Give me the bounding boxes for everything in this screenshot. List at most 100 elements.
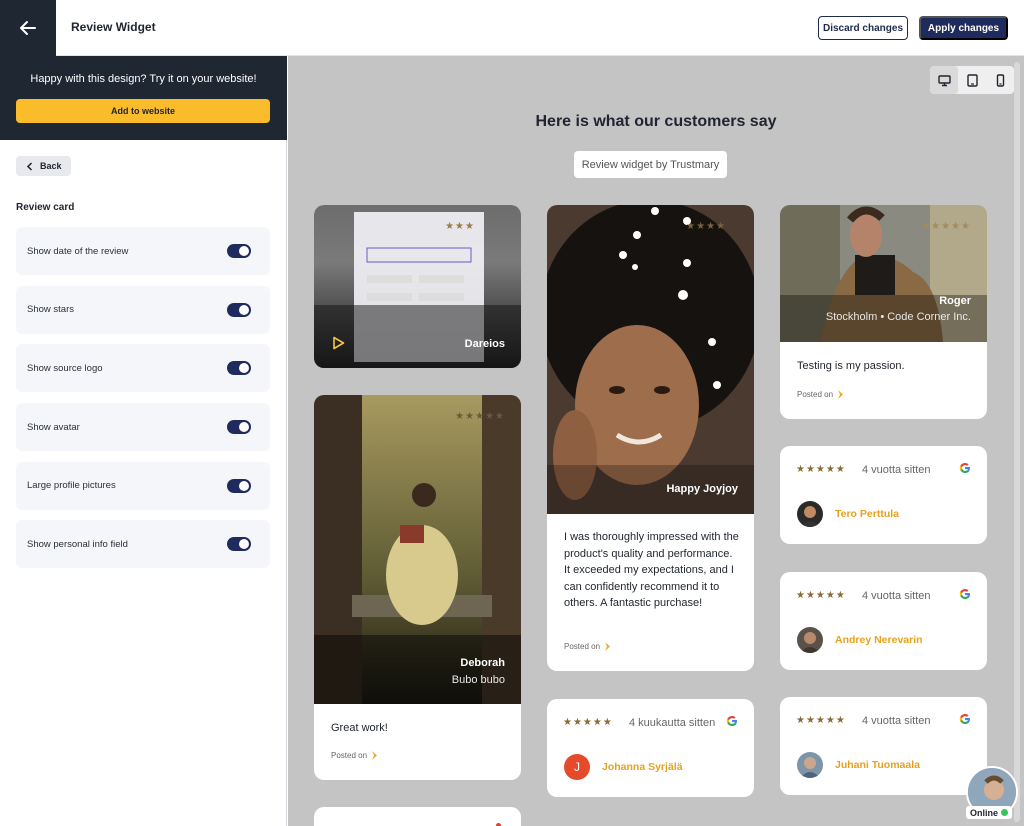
add-to-website-button[interactable]: Add to website	[16, 99, 270, 123]
google-logo-icon	[959, 714, 970, 724]
reviewer-photo	[547, 205, 754, 514]
play-icon[interactable]	[332, 336, 345, 350]
review-text: Testing is my passion.	[797, 360, 905, 372]
avatar: J	[564, 754, 590, 780]
toggle-switch[interactable]	[227, 302, 251, 317]
desktop-icon	[937, 74, 951, 86]
option-label: Large profile pictures	[27, 480, 116, 492]
chevron-left-icon	[26, 161, 33, 171]
trustmary-logo-icon	[605, 642, 611, 651]
tablet-icon	[966, 73, 978, 87]
option-list: Show date of the review Show stars Show …	[16, 227, 270, 579]
review-card-deborah[interactable]: ★★★★★ Deborah Bubo bubo Great work! Post…	[314, 395, 521, 780]
star-rating: ★★★	[445, 221, 475, 232]
google-logo-icon	[959, 463, 970, 473]
option-label: Show avatar	[27, 421, 80, 433]
toggle-switch[interactable]	[227, 537, 251, 552]
online-status-badge: Online	[966, 806, 1013, 819]
section-title: Review card	[16, 202, 75, 213]
discard-changes-button[interactable]: Discard changes	[818, 16, 908, 40]
option-show-personal-info[interactable]: Show personal info field	[16, 520, 270, 569]
avatar	[797, 501, 823, 527]
review-card-tero[interactable]: ★★★★★ 4 vuotta sitten Tero Perttula	[780, 446, 987, 544]
mobile-icon	[996, 73, 1004, 87]
reviewer-name: Johanna Syrjälä	[602, 761, 683, 773]
review-card-johanna[interactable]: ★★★★★ 4 kuukautta sitten J Johanna Syrjä…	[547, 699, 754, 797]
promo-text: Happy with this design? Try it on your w…	[30, 73, 257, 85]
online-dot-icon	[1001, 809, 1009, 816]
google-logo-icon	[959, 589, 970, 599]
reviewer-name: Andrey Nerevarin	[835, 634, 923, 646]
option-show-avatar[interactable]: Show avatar	[16, 403, 270, 452]
avatar	[797, 752, 823, 778]
review-date: 4 kuukautta sitten	[629, 717, 716, 729]
page-title: Review Widget	[71, 20, 156, 34]
star-rating: ★★★★★	[455, 411, 505, 422]
review-date: 4 vuotta sitten	[862, 464, 931, 476]
mobile-view-button[interactable]	[986, 66, 1014, 94]
trustmary-badge[interactable]: Review widget by Trustmary	[574, 151, 727, 178]
option-label: Show stars	[27, 304, 74, 316]
back-arrow-button[interactable]	[0, 0, 56, 56]
preview-scrollbar[interactable]	[1014, 62, 1020, 822]
toggle-switch[interactable]	[227, 478, 251, 493]
star-rating: ★★★★★	[796, 590, 846, 601]
posted-label: Posted on	[564, 642, 601, 651]
widget-heading: Here is what our customers say	[535, 113, 777, 130]
online-label: Online	[970, 807, 999, 818]
review-text: Great work!	[331, 722, 388, 734]
review-text: I was thoroughly impressed with the prod…	[564, 531, 739, 609]
top-bar: Review Widget Discard changes Apply chan…	[0, 0, 1024, 56]
review-date: 4 vuotta sitten	[862, 590, 931, 602]
settings-sidebar: Happy with this design? Try it on your w…	[0, 56, 287, 826]
avatar-initial: J	[574, 760, 580, 774]
posted-on: Posted on	[564, 642, 611, 651]
review-card-andrey[interactable]: ★★★★★ 4 vuotta sitten Andrey Nerevarin	[780, 572, 987, 670]
reviewer-name: Dareios	[464, 338, 505, 350]
toggle-switch[interactable]	[227, 361, 251, 376]
promo-banner: Happy with this design? Try it on your w…	[0, 56, 287, 140]
apply-changes-button[interactable]: Apply changes	[919, 16, 1008, 40]
google-logo-icon	[726, 716, 737, 726]
arrow-left-icon	[20, 21, 36, 35]
reviewer-name: Juhani Tuomaala	[835, 759, 920, 771]
review-card-partial[interactable]	[314, 807, 521, 826]
back-button[interactable]: Back	[16, 156, 71, 176]
reviewer-name: Deborah	[460, 657, 505, 669]
option-label: Show date of the review	[27, 245, 129, 257]
reviewer-name: Tero Perttula	[835, 508, 899, 520]
avatar	[797, 627, 823, 653]
trustmary-logo-icon	[838, 390, 844, 399]
option-show-date[interactable]: Show date of the review	[16, 227, 270, 275]
star-rating: ★★★★★	[563, 717, 613, 728]
review-card-juhani[interactable]: ★★★★★ 4 vuotta sitten Juhani Tuomaala	[780, 697, 987, 795]
review-card-dareios[interactable]: ★★★ Dareios	[314, 205, 521, 368]
reviewer-subtitle: Stockholm • Code Corner Inc.	[825, 311, 971, 323]
option-show-source-logo[interactable]: Show source logo	[16, 344, 270, 393]
back-label: Back	[40, 161, 62, 171]
option-large-profile-pictures[interactable]: Large profile pictures	[16, 461, 270, 510]
option-show-stars[interactable]: Show stars	[16, 285, 270, 334]
posted-on: Posted on	[797, 390, 844, 399]
posted-label: Posted on	[797, 390, 834, 399]
posted-on: Posted on	[331, 751, 378, 760]
toggle-switch[interactable]	[227, 244, 251, 258]
option-label: Show personal info field	[27, 538, 128, 550]
reviewer-name: Roger	[939, 295, 971, 307]
star-rating: ★★★★	[686, 221, 726, 232]
star-rating: ★★★★★	[796, 464, 846, 475]
desktop-view-button[interactable]	[930, 66, 958, 94]
star-rating: ★★★★★	[796, 715, 846, 726]
tablet-view-button[interactable]	[958, 66, 986, 94]
review-card-joyjoy[interactable]: ★★★★ Happy Joyjoy I was thoroughly impre…	[547, 205, 754, 671]
device-switcher	[930, 66, 1014, 94]
option-label: Show source logo	[27, 362, 103, 374]
star-rating: ★★★★★	[921, 221, 971, 232]
review-date: 4 vuotta sitten	[862, 715, 931, 727]
reviewer-name: Happy Joyjoy	[666, 483, 738, 495]
trustmary-logo-icon	[372, 751, 378, 760]
reviewer-subtitle: Bubo bubo	[451, 674, 505, 686]
review-card-roger[interactable]: ★★★★★ Roger Stockholm • Code Corner Inc.…	[780, 205, 987, 419]
toggle-switch[interactable]	[227, 420, 251, 435]
posted-label: Posted on	[331, 751, 368, 760]
